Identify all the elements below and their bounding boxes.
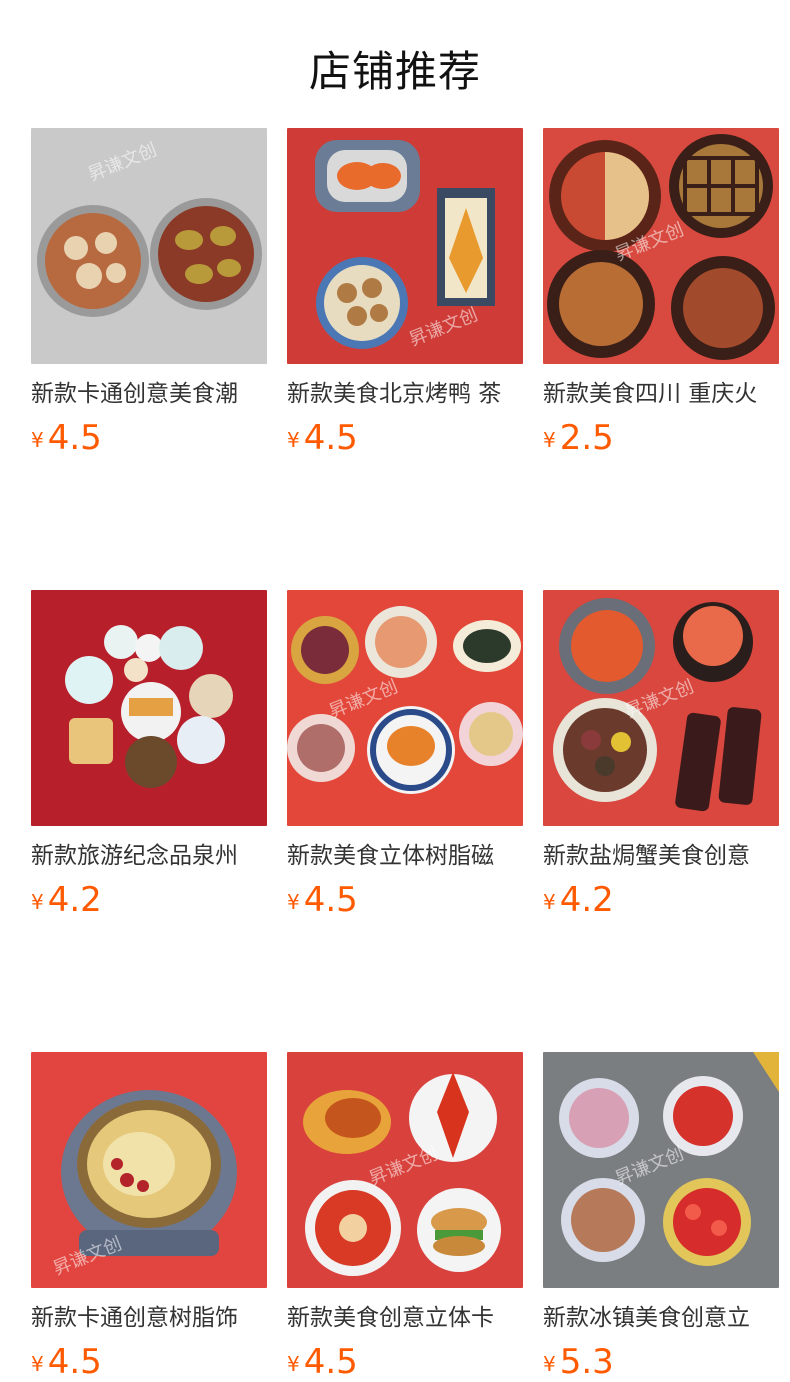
product-card[interactable]: 昇谦文创 新款美食四川 重庆火 ¥2.5 [543, 128, 779, 458]
product-image-art [543, 1052, 779, 1288]
product-card[interactable]: 新款旅游纪念品泉州 ¥4.2 [31, 590, 267, 920]
price-value: 4.5 [303, 418, 358, 458]
currency-symbol: ¥ [287, 890, 300, 914]
product-image-art [31, 1052, 267, 1288]
product-card[interactable]: 昇谦文创 新款盐焗蟹美食创意 ¥4.2 [543, 590, 779, 920]
product-price: ¥4.2 [31, 880, 267, 920]
section-header: 店铺推荐 [0, 0, 790, 128]
product-price: ¥4.5 [31, 1342, 267, 1382]
currency-symbol: ¥ [31, 428, 44, 452]
product-title[interactable]: 新款盐焗蟹美食创意 [543, 842, 779, 870]
product-image-art [543, 590, 779, 826]
product-price: ¥4.5 [287, 418, 523, 458]
product-image-art [543, 128, 779, 364]
price-value: 4.5 [47, 418, 102, 458]
section-title: 店铺推荐 [308, 47, 481, 96]
product-title[interactable]: 新款卡通创意美食潮 [31, 380, 267, 408]
product-price: ¥4.5 [287, 880, 523, 920]
product-title[interactable]: 新款美食北京烤鸭 茶 [287, 380, 523, 408]
currency-symbol: ¥ [287, 1352, 300, 1376]
currency-symbol: ¥ [287, 428, 300, 452]
product-grid: 昇谦文创 新款卡通创意美食潮 ¥4.5 昇谦文创 新款美食北京烤鸭 茶 ¥ 4.… [31, 128, 779, 1382]
product-title[interactable]: 新款卡通创意树脂饰 [31, 1304, 267, 1332]
product-title[interactable]: 新款美食创意立体卡 [287, 1304, 523, 1332]
currency-symbol: ¥ [31, 1352, 44, 1376]
product-image[interactable]: 昇谦文创 [287, 128, 523, 364]
price-value: 2.5 [559, 418, 614, 458]
product-image[interactable]: 昇谦文创 [31, 128, 267, 364]
product-image[interactable] [31, 590, 267, 826]
product-image-art [287, 590, 523, 826]
currency-symbol: ¥ [543, 1352, 556, 1376]
product-image-art [31, 590, 267, 826]
product-card[interactable]: 昇谦文创 新款美食创意立体卡 ¥4.5 [287, 1052, 523, 1382]
product-card[interactable]: 昇谦文创 新款美食立体树脂磁 ¥4.5 [287, 590, 523, 920]
product-title[interactable]: 新款冰镇美食创意立 [543, 1304, 779, 1332]
currency-symbol: ¥ [543, 890, 556, 914]
product-price: ¥4.5 [287, 1342, 523, 1382]
product-image[interactable]: 昇谦文创 [543, 1052, 779, 1288]
price-value: 4.5 [303, 880, 358, 920]
product-card[interactable]: 昇谦文创 新款卡通创意树脂饰 ¥4.5 [31, 1052, 267, 1382]
product-image-art [287, 1052, 523, 1288]
product-card[interactable]: 昇谦文创 新款卡通创意美食潮 ¥4.5 [31, 128, 267, 458]
currency-symbol: ¥ [543, 428, 556, 452]
product-price: ¥4.2 [543, 880, 779, 920]
product-image[interactable]: 昇谦文创 [543, 590, 779, 826]
price-value: 5.3 [559, 1342, 614, 1382]
price-value: 4.5 [303, 1342, 358, 1382]
price-value: 4.5 [47, 1342, 102, 1382]
product-image-art [287, 128, 523, 364]
product-title[interactable]: 新款美食四川 重庆火 [543, 380, 779, 408]
product-image[interactable]: 昇谦文创 [543, 128, 779, 364]
product-card[interactable]: 昇谦文创 新款冰镇美食创意立 ¥5.3 [543, 1052, 779, 1382]
product-image-art [31, 128, 267, 364]
currency-symbol: ¥ [31, 890, 44, 914]
product-image[interactable]: 昇谦文创 [287, 590, 523, 826]
price-value: 4.2 [47, 880, 102, 920]
product-price: ¥5.3 [543, 1342, 779, 1382]
product-title[interactable]: 新款旅游纪念品泉州 [31, 842, 267, 870]
product-title[interactable]: 新款美食立体树脂磁 [287, 842, 523, 870]
product-price: ¥4.5 [31, 418, 267, 458]
price-value: 4.2 [559, 880, 614, 920]
product-price: ¥2.5 [543, 418, 779, 458]
product-card[interactable]: 昇谦文创 新款美食北京烤鸭 茶 ¥4.5 [287, 128, 523, 458]
product-image[interactable]: 昇谦文创 [31, 1052, 267, 1288]
product-image[interactable]: 昇谦文创 [287, 1052, 523, 1288]
